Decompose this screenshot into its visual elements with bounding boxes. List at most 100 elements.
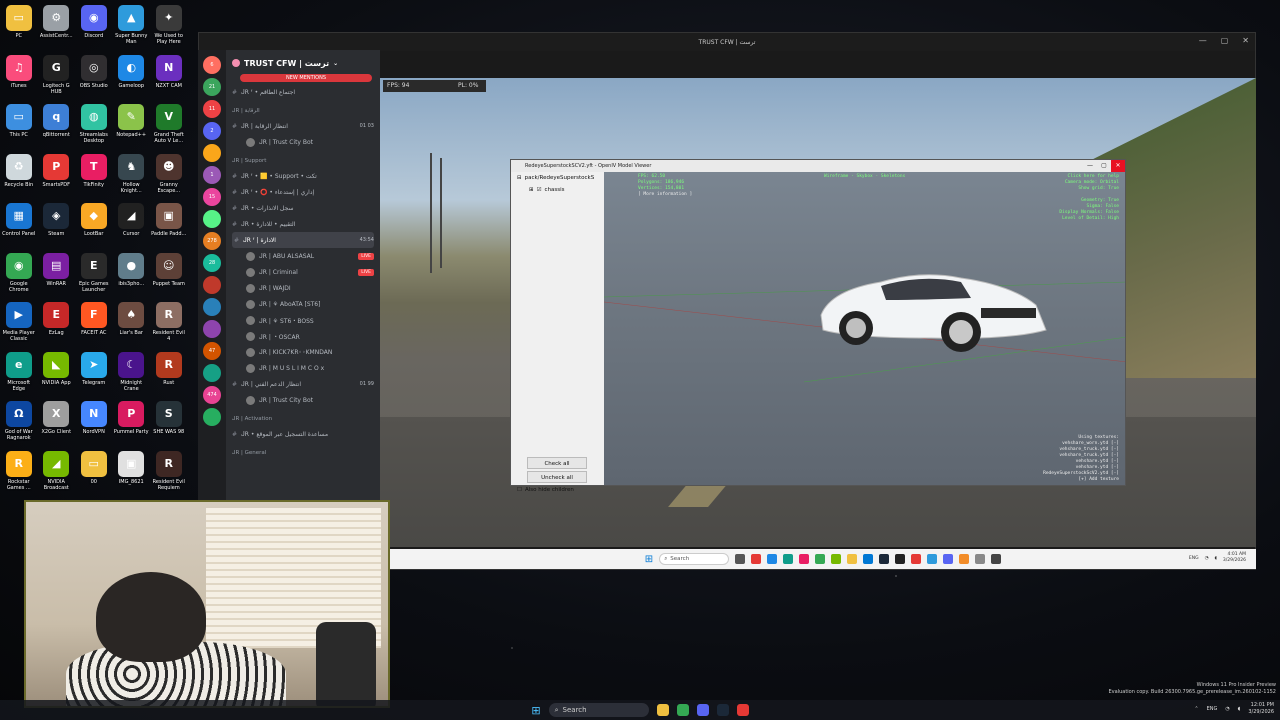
desktop-icon[interactable]: Ω God of War Ragnarok — [0, 398, 38, 448]
windows-start-icon[interactable]: ⊞ — [531, 704, 540, 717]
desktop-icon[interactable]: E EzLag — [38, 299, 76, 349]
inner-taskbar-app-icon[interactable] — [943, 554, 954, 564]
desktop-icon[interactable]: ☻ Granny Escape... — [150, 151, 188, 201]
channel-item[interactable]: # ᒍR • مساعدة التسجيل عبر الموقع — [232, 426, 374, 442]
inner-taskbar-app-icon[interactable] — [959, 554, 970, 564]
wifi-icon[interactable]: ◔ — [1225, 706, 1229, 713]
desktop-icon[interactable]: ◉ Discord — [75, 2, 113, 52]
desktop-icon[interactable]: N NordVPN — [75, 398, 113, 448]
desktop-icon[interactable]: ◉ Google Chrome — [0, 250, 38, 300]
desktop-icon[interactable]: ◈ Steam — [38, 200, 76, 250]
taskbar-app-icon[interactable] — [656, 704, 669, 716]
tree-item-chassis[interactable]: ⊞ ☑ chassis — [511, 184, 604, 196]
desktop-icon[interactable]: P Pummel Party — [113, 398, 151, 448]
channel-item[interactable]: # ᒍR | انتظار الرقابة 01 03 — [232, 118, 374, 134]
desktop-icon[interactable]: ▭ This PC — [0, 101, 38, 151]
inner-taskbar-app-icon[interactable] — [911, 554, 922, 564]
desktop-icon[interactable]: ♞ Hollow Knight... — [113, 151, 151, 201]
voice-user[interactable]: ᒍR | ・OSCAR — [232, 328, 374, 344]
server-icon[interactable]: 6 — [203, 56, 221, 74]
server-icon[interactable]: 11 — [203, 100, 221, 118]
desktop-icon[interactable]: ♻ Recycle Bin — [0, 151, 38, 201]
inner-taskbar-app-icon[interactable] — [879, 554, 890, 564]
voice-user[interactable]: ᒍR | Criminal LIVE — [232, 264, 374, 280]
channel-category[interactable]: ᒍR | Support — [232, 154, 374, 168]
voice-user[interactable]: ᒍR | WAJDI — [232, 280, 374, 296]
channel-item[interactable]: # ᒍR ᶠ • ⭕ • إداري | إستدعاء — [232, 184, 374, 200]
server-icon[interactable] — [203, 210, 221, 228]
voice-user[interactable]: ᒍR | KICK7KR◦◦KMNDAN — [232, 344, 374, 360]
inner-taskbar-app-icon[interactable] — [799, 554, 810, 564]
maximize-icon[interactable]: ▢ — [1097, 160, 1111, 172]
lang-indicator[interactable]: ENG — [1207, 706, 1218, 713]
desktop-icon[interactable]: R Rockstar Games ... — [0, 448, 38, 498]
inner-taskbar-app-icon[interactable] — [783, 554, 794, 564]
volume-icon[interactable]: ◖ — [1215, 556, 1217, 561]
server-icon[interactable] — [203, 408, 221, 426]
desktop-icon[interactable]: e Microsoft Edge — [0, 349, 38, 399]
clock[interactable]: 12:01 PM 3/29/2026 — [1248, 702, 1274, 716]
channel-item[interactable]: # ᒍR ᶠ • 🟨 • Support • تكت — [232, 168, 374, 184]
voice-user[interactable]: ᒍR | Trust City Bot — [232, 392, 374, 408]
voice-user[interactable]: ᒍR | ⚘ AboATA [ST6] — [232, 296, 374, 312]
inner-taskbar-app-icon[interactable] — [991, 554, 1002, 564]
server-icon[interactable] — [203, 298, 221, 316]
taskbar-app-icon[interactable] — [736, 704, 749, 716]
desktop-icon[interactable]: ♠ Liar's Bar — [113, 299, 151, 349]
close-icon[interactable]: ✕ — [1242, 36, 1249, 45]
inner-taskbar-app-icon[interactable] — [895, 554, 906, 564]
taskbar-app-icon[interactable] — [716, 704, 729, 716]
server-icon[interactable]: 278 — [203, 232, 221, 250]
check-all-button[interactable]: Check all — [527, 457, 587, 469]
minimize-icon[interactable]: — — [1083, 160, 1097, 172]
desktop-icon[interactable]: q qBittorrent — [38, 101, 76, 151]
desktop-icon[interactable]: R Resident Evil 4 — [150, 299, 188, 349]
server-header[interactable]: TRUST CFW | ترست ⌄ — [232, 54, 374, 72]
channel-item[interactable]: # ᒍR • سجل الانذارات — [232, 200, 374, 216]
server-icon[interactable]: 15 — [203, 188, 221, 206]
server-icon[interactable]: 2 — [203, 122, 221, 140]
channel-item[interactable]: # ᒍR ᶠ | الادارة 43:54 — [232, 232, 374, 248]
uncheck-all-button[interactable]: Uncheck all — [527, 471, 587, 483]
inner-taskbar-app-icon[interactable] — [815, 554, 826, 564]
inner-taskbar-app-icon[interactable] — [863, 554, 874, 564]
channel-category[interactable]: ᒍR | General — [232, 446, 374, 460]
desktop-icon[interactable]: G Logitech G HUB — [38, 52, 76, 102]
desktop-icon[interactable]: ✎ Notepad++ — [113, 101, 151, 151]
desktop-icon[interactable]: R Resident Evil Requiem — [150, 448, 188, 498]
desktop-icon[interactable]: X X2Go Client — [38, 398, 76, 448]
desktop-icon[interactable]: ⚙ AssistCentr... — [38, 2, 76, 52]
server-icon[interactable]: 28 — [203, 254, 221, 272]
desktop-icon[interactable]: ◆ LootBar — [75, 200, 113, 250]
chevron-up-icon[interactable]: ⌃ — [1194, 706, 1198, 713]
channel-category[interactable]: ᒍR | Activation — [232, 412, 374, 426]
taskbar-app-icon[interactable] — [676, 704, 689, 716]
volume-icon[interactable]: ◖ — [1238, 706, 1241, 713]
inner-taskbar-app-icon[interactable] — [751, 554, 762, 564]
server-icon[interactable] — [203, 364, 221, 382]
desktop-icon[interactable]: ▭ 00 — [75, 448, 113, 498]
inner-taskbar-app-icon[interactable] — [975, 554, 986, 564]
desktop-icon[interactable]: ● ibis3pho... — [113, 250, 151, 300]
desktop-icon[interactable]: ▦ Control Panel — [0, 200, 38, 250]
desktop-icon[interactable]: N NZXT CAM — [150, 52, 188, 102]
maximize-icon[interactable]: ▢ — [1221, 36, 1229, 45]
inner-clock[interactable]: 4:01 AM 3/29/2026 — [1223, 552, 1246, 564]
desktop-icon[interactable]: ◎ OBS Studio — [75, 52, 113, 102]
inner-taskbar-app-icon[interactable] — [735, 554, 746, 564]
desktop-icon[interactable]: ▣ Paddle Padd... — [150, 200, 188, 250]
model-render-area[interactable]: FPS: 62.50 Polygons: 186,946 Vertices: 1… — [604, 172, 1125, 485]
server-icon[interactable]: 1 — [203, 166, 221, 184]
desktop-icon[interactable]: ▣ IMG_8621 — [113, 448, 151, 498]
desktop-icon[interactable]: R Rust — [150, 349, 188, 399]
checkbox-checked-icon[interactable]: ☑ — [537, 187, 542, 193]
desktop-icon[interactable]: ◢ NVIDIA Broadcast — [38, 448, 76, 498]
desktop-icon[interactable]: ◍ Streamlabs Desktop — [75, 101, 113, 151]
server-icon[interactable] — [203, 320, 221, 338]
channel-item[interactable]: # ᒍR • التقييم • للادارة — [232, 216, 374, 232]
channel-item[interactable]: # ᒍR ᶠ • اجتماع الطاقم — [232, 84, 374, 100]
channel-category[interactable]: ᒍR | الرقابة — [232, 104, 374, 118]
desktop-icon[interactable]: ☾ Midnight Crane — [113, 349, 151, 399]
close-icon[interactable]: ✕ — [1111, 160, 1125, 172]
new-mentions-banner[interactable]: NEW MENTIONS — [240, 74, 372, 82]
